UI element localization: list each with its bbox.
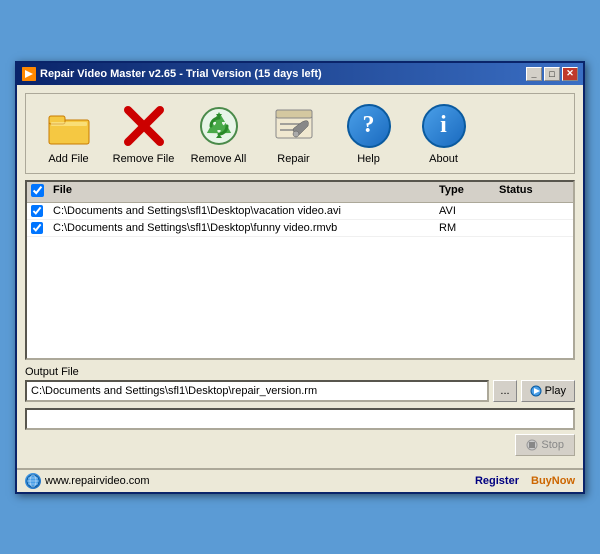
remove-file-button[interactable]: Remove File <box>111 102 176 165</box>
title-controls: _ □ ✕ <box>526 67 578 81</box>
about-icon-wrapper: i <box>420 102 468 150</box>
help-icon: ? <box>347 104 391 148</box>
stop-row: Stop <box>25 434 575 456</box>
remove-file-icon-wrapper <box>120 102 168 150</box>
output-section: Output File ... Play <box>25 366 575 402</box>
remove-all-icon <box>197 104 241 148</box>
about-icon: i <box>422 104 466 148</box>
main-window: Repair Video Master v2.65 - Trial Versio… <box>15 61 585 494</box>
remove-all-icon-wrapper <box>195 102 243 150</box>
help-button[interactable]: ? Help <box>336 102 401 165</box>
row-check-1 <box>31 222 53 234</box>
minimize-button[interactable]: _ <box>526 67 542 81</box>
table-row: C:\Documents and Settings\sfl1\Desktop\f… <box>27 220 573 237</box>
toolbar: Add File Remove File <box>25 93 575 174</box>
globe-icon <box>25 473 41 489</box>
content-area: Add File Remove File <box>17 85 583 464</box>
stop-icon <box>526 439 538 451</box>
row-check-0 <box>31 205 53 217</box>
help-label: Help <box>357 153 380 165</box>
maximize-button[interactable]: □ <box>544 67 560 81</box>
file-list-container: File Type Status C:\Documents and Settin… <box>25 180 575 360</box>
add-file-label: Add File <box>48 153 88 165</box>
app-icon <box>22 67 36 81</box>
header-type: Type <box>439 184 499 200</box>
header-status: Status <box>499 184 569 200</box>
play-button[interactable]: Play <box>521 380 575 402</box>
header-checkbox[interactable] <box>31 184 44 197</box>
play-icon <box>530 385 542 397</box>
add-file-icon <box>47 104 91 148</box>
buynow-button[interactable]: BuyNow <box>531 475 575 487</box>
progress-area <box>25 408 575 430</box>
repair-icon-wrapper <box>270 102 318 150</box>
remove-file-label: Remove File <box>113 153 175 165</box>
remove-all-label: Remove All <box>191 153 247 165</box>
repair-icon <box>272 104 316 148</box>
file-rows: C:\Documents and Settings\sfl1\Desktop\v… <box>27 203 573 237</box>
row-type-0: AVI <box>439 205 499 217</box>
remove-file-icon <box>122 104 166 148</box>
header-file: File <box>53 184 439 200</box>
repair-label: Repair <box>277 153 309 165</box>
remove-all-button[interactable]: Remove All <box>186 102 251 165</box>
about-button[interactable]: i About <box>411 102 476 165</box>
close-button[interactable]: ✕ <box>562 67 578 81</box>
output-row: ... Play <box>25 380 575 402</box>
stop-button[interactable]: Stop <box>515 434 575 456</box>
row-file-1: C:\Documents and Settings\sfl1\Desktop\f… <box>53 222 439 234</box>
table-row: C:\Documents and Settings\sfl1\Desktop\v… <box>27 203 573 220</box>
output-input[interactable] <box>25 380 489 402</box>
header-check <box>31 184 53 200</box>
row-checkbox-0[interactable] <box>31 205 43 217</box>
row-file-0: C:\Documents and Settings\sfl1\Desktop\v… <box>53 205 439 217</box>
title-bar: Repair Video Master v2.65 - Trial Versio… <box>17 63 583 85</box>
help-icon-wrapper: ? <box>345 102 393 150</box>
row-checkbox-1[interactable] <box>31 222 43 234</box>
window-title: Repair Video Master v2.65 - Trial Versio… <box>40 68 322 80</box>
browse-button[interactable]: ... <box>493 380 516 402</box>
status-right: Register BuyNow <box>475 475 575 487</box>
add-file-button[interactable]: Add File <box>36 102 101 165</box>
title-bar-left: Repair Video Master v2.65 - Trial Versio… <box>22 67 322 81</box>
output-label: Output File <box>25 366 575 378</box>
status-bar: www.repairvideo.com Register BuyNow <box>17 468 583 492</box>
globe-svg <box>26 474 40 488</box>
add-file-icon-wrapper <box>45 102 93 150</box>
website-link[interactable]: www.repairvideo.com <box>45 475 150 487</box>
about-label: About <box>429 153 458 165</box>
status-left: www.repairvideo.com <box>25 473 150 489</box>
file-list-header: File Type Status <box>27 182 573 203</box>
row-type-1: RM <box>439 222 499 234</box>
repair-button[interactable]: Repair <box>261 102 326 165</box>
register-button[interactable]: Register <box>475 475 519 487</box>
